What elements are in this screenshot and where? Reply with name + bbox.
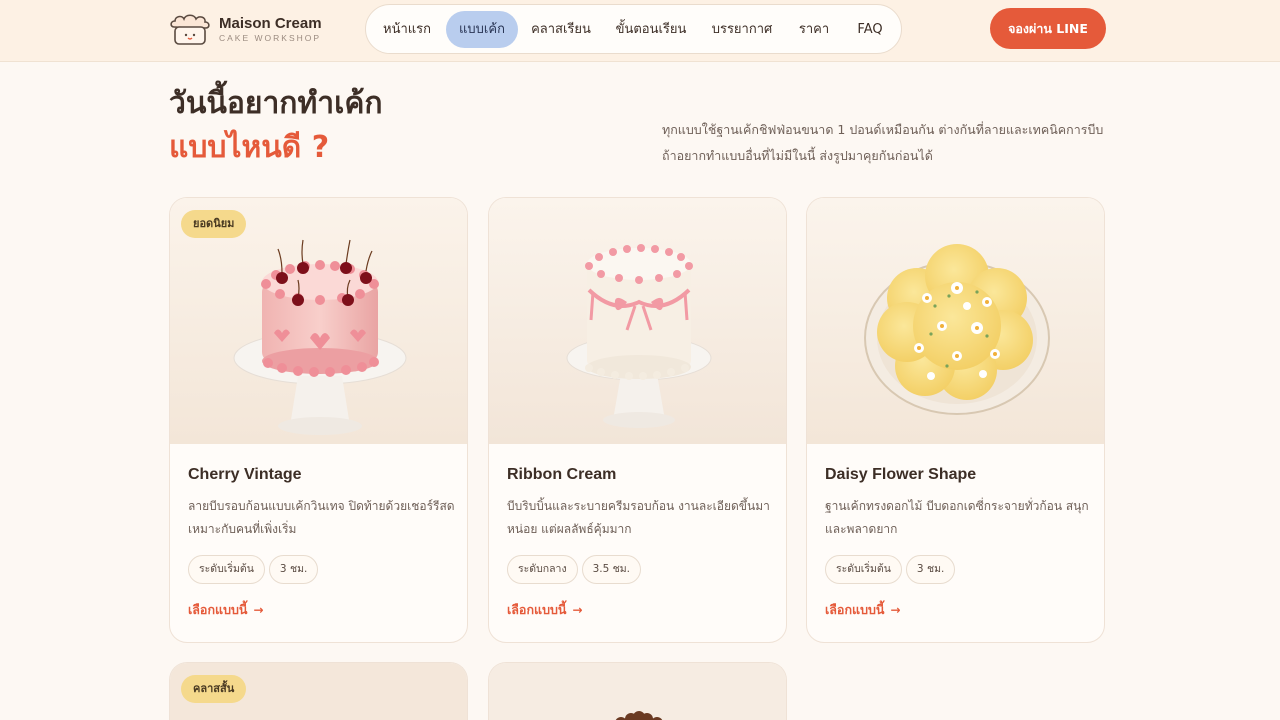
cake-card-daisy-flower[interactable]: Daisy Flower Shape ฐานเค้กทรงดอกไม้ บีบด… (806, 197, 1105, 643)
card-description-line: ฐานเค้กทรงดอกไม้ บีบดอกเดซี่กระจายทั่วก้… (825, 499, 1089, 513)
chocolate-cake-image (489, 663, 786, 720)
card-title: Ribbon Cream (507, 466, 617, 483)
short-class-badge: คลาสสั้น (181, 675, 247, 703)
card-tags: ระดับเริ่มต้น 3 ชม. (188, 555, 322, 585)
popular-badge: ยอดนิยม (181, 210, 247, 238)
cake-cloud-icon (170, 14, 210, 45)
nav-item-faq[interactable]: FAQ (846, 11, 894, 48)
duration-chip: 3 ชม. (905, 555, 956, 584)
nav-item-atmosphere[interactable]: บรรยากาศ (702, 11, 782, 48)
cake-card-short-class[interactable]: คลาสสั้น (169, 662, 468, 720)
arrow-right-icon: → (572, 603, 583, 617)
card-tags: ระดับกลาง 3.5 ชม. (507, 555, 645, 585)
nav-item-classes[interactable]: คลาสเรียน (522, 11, 600, 48)
nav-item-pricing[interactable]: ราคา (786, 11, 842, 48)
cake-card-ribbon-cream[interactable]: Ribbon Cream บีบริบบิ้นและระบายครีมรอบก้… (488, 197, 787, 643)
hero-description-line: ทุกแบบใช้ฐานเค้กชิฟฟ่อนขนาด 1 ปอนด์เหมือ… (662, 122, 1104, 137)
hero-title-accent: แบบไหนดี ? (169, 130, 330, 165)
choose-design-label: เลือกแบบนี้ (825, 602, 885, 617)
choose-design-link[interactable]: เลือกแบบนี้ → (188, 600, 264, 620)
nav-item-home[interactable]: หน้าแรก (372, 11, 442, 48)
card-description-line: ลายบีบรอบก้อนแบบเค้กวินเทจ ปิดท้ายด้วยเช… (188, 499, 455, 513)
card-description: บีบริบบิ้นและระบายครีมรอบก้อน งานละเอียด… (507, 495, 773, 541)
cake-card-chocolate[interactable] (488, 662, 787, 720)
level-chip: ระดับกลาง (507, 555, 578, 584)
choose-design-label: เลือกแบบนี้ (507, 602, 567, 617)
hero-description-line: ถ้าอยากทำแบบอื่นที่ไม่มีในนี้ ส่งรูปมาคุ… (662, 148, 933, 163)
main-nav: หน้าแรก แบบเค้ก คลาสเรียน ขั้นตอนเรียน บ… (365, 4, 902, 54)
card-description-line: บีบริบบิ้นและระบายครีมรอบก้อน งานละเอียด… (507, 499, 770, 513)
card-description-line: และพลาดยาก (825, 522, 898, 536)
choose-design-label: เลือกแบบนี้ (188, 602, 248, 617)
site-header: Maison Cream CAKE WORKSHOP หน้าแรก แบบเค… (0, 0, 1280, 62)
duration-chip: 3 ชม. (268, 555, 319, 584)
card-description: ฐานเค้กทรงดอกไม้ บีบดอกเดซี่กระจายทั่วก้… (825, 495, 1091, 541)
hero-description: ทุกแบบใช้ฐานเค้กชิฟฟ่อนขนาด 1 ปอนด์เหมือ… (662, 117, 1108, 169)
card-tags: ระดับเริ่มต้น 3 ชม. (825, 555, 959, 585)
card-description: ลายบีบรอบก้อนแบบเค้กวินเทจ ปิดท้ายด้วยเช… (188, 495, 455, 541)
choose-design-link[interactable]: เลือกแบบนี้ → (825, 600, 901, 620)
duration-chip: 3.5 ชม. (581, 555, 641, 584)
arrow-right-icon: → (253, 603, 264, 617)
nav-item-cake-designs[interactable]: แบบเค้ก (446, 11, 518, 48)
level-chip: ระดับเริ่มต้น (825, 555, 902, 584)
book-via-line-button[interactable]: จองผ่าน LINE (990, 8, 1106, 49)
cake-card-cherry-vintage[interactable]: ยอดนิยม Cherry Vintage ลายบีบรอบก้อนแบบเ… (169, 197, 468, 643)
brand-logo[interactable]: Maison Cream CAKE WORKSHOP (169, 11, 329, 49)
choose-design-link[interactable]: เลือกแบบนี้ → (507, 600, 583, 620)
card-description-line: หน่อย แต่ผลลัพธ์คุ้มมาก (507, 522, 632, 536)
card-title: Cherry Vintage (188, 466, 302, 483)
ribbon-cream-cake-image (489, 198, 786, 444)
card-title: Daisy Flower Shape (825, 466, 977, 483)
nav-item-steps[interactable]: ขั้นตอนเรียน (604, 11, 698, 48)
arrow-right-icon: → (890, 603, 901, 617)
brand-tagline: CAKE WORKSHOP (219, 33, 322, 43)
daisy-flower-cake-image (807, 198, 1104, 444)
card-description-line: เหมาะกับคนที่เพิ่งเริ่ม (188, 522, 297, 536)
level-chip: ระดับเริ่มต้น (188, 555, 265, 584)
hero-title: วันนี้อยากทำเค้ก (169, 86, 383, 121)
brand-name: Maison Cream (219, 15, 322, 32)
